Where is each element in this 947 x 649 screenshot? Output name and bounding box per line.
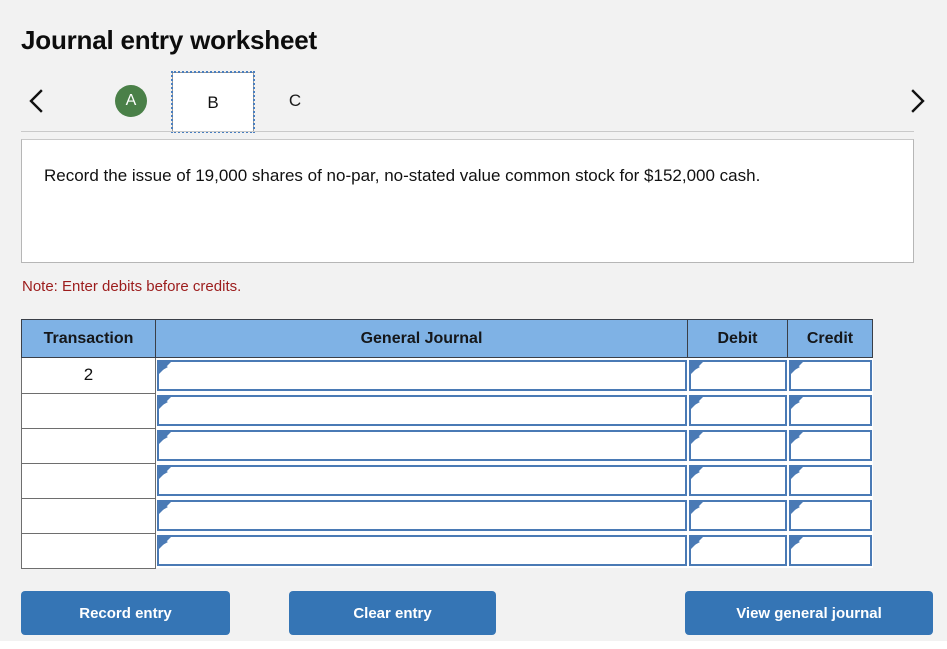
- general-journal-input[interactable]: [157, 430, 687, 461]
- dropdown-arrow-icon: [159, 397, 171, 409]
- credit-input[interactable]: [788, 360, 872, 391]
- debit-input[interactable]: [688, 500, 787, 531]
- credit-input[interactable]: [788, 430, 872, 461]
- table-row: [21, 462, 873, 499]
- general-journal-cell: [155, 498, 688, 533]
- credit-input[interactable]: [788, 395, 872, 426]
- journal-entry-table: Transaction General Journal Debit Credit…: [21, 319, 873, 569]
- chevron-left-icon: [26, 88, 46, 114]
- debit-cell: [687, 463, 788, 498]
- tab-a-badge: A: [115, 85, 147, 117]
- column-header-general-journal: General Journal: [155, 319, 688, 358]
- transaction-description-text: Record the issue of 19,000 shares of no-…: [44, 166, 761, 185]
- credit-cell: [787, 393, 873, 428]
- dropdown-arrow-icon: [790, 362, 803, 374]
- chevron-right-icon: [908, 88, 928, 114]
- next-entry-button[interactable]: [896, 72, 940, 130]
- tab-b-label: B: [207, 92, 219, 112]
- transaction-number-cell: [21, 497, 156, 534]
- tab-strip-divider: [21, 131, 914, 132]
- worksheet-tab-strip: A B C: [0, 71, 947, 133]
- dropdown-arrow-icon: [690, 537, 703, 549]
- dropdown-arrow-icon: [690, 502, 703, 514]
- general-journal-cell: [155, 428, 688, 463]
- credit-cell: [787, 533, 873, 568]
- general-journal-input[interactable]: [157, 465, 687, 496]
- table-row: [21, 532, 873, 569]
- transaction-number-cell: 2: [21, 357, 156, 394]
- credit-cell: [787, 357, 873, 393]
- general-journal-cell: [155, 533, 688, 568]
- debit-cell: [687, 428, 788, 463]
- table-row: [21, 497, 873, 534]
- table-header-row: Transaction General Journal Debit Credit: [21, 319, 873, 358]
- page-title: Journal entry worksheet: [21, 25, 317, 55]
- table-row: [21, 427, 873, 464]
- record-entry-button[interactable]: Record entry: [21, 591, 230, 635]
- dropdown-arrow-icon: [690, 432, 703, 444]
- dropdown-arrow-icon: [159, 467, 171, 479]
- tab-list: A B C: [90, 71, 336, 133]
- dropdown-arrow-icon: [790, 467, 803, 479]
- general-journal-cell: [155, 357, 688, 393]
- page-bottom-strip: [0, 641, 947, 649]
- transaction-number-cell: [21, 462, 156, 499]
- column-header-debit: Debit: [687, 319, 788, 358]
- dropdown-arrow-icon: [690, 467, 703, 479]
- tab-a[interactable]: A: [90, 72, 172, 130]
- debit-cell: [687, 498, 788, 533]
- debit-input[interactable]: [688, 430, 787, 461]
- credit-cell: [787, 498, 873, 533]
- dropdown-arrow-icon: [159, 432, 171, 444]
- dropdown-arrow-icon: [159, 502, 171, 514]
- debit-cell: [687, 357, 788, 393]
- general-journal-cell: [155, 463, 688, 498]
- dropdown-arrow-icon: [790, 432, 803, 444]
- dropdown-arrow-icon: [790, 502, 803, 514]
- table-row: 2: [21, 357, 873, 394]
- dropdown-arrow-icon: [790, 537, 803, 549]
- dropdown-arrow-icon: [690, 397, 703, 409]
- tab-c[interactable]: C: [254, 72, 336, 130]
- clear-entry-button[interactable]: Clear entry: [289, 591, 496, 635]
- debit-input[interactable]: [688, 360, 787, 391]
- credit-input[interactable]: [788, 465, 872, 496]
- dropdown-arrow-icon: [159, 537, 171, 549]
- transaction-number-cell: [21, 427, 156, 464]
- journal-entry-worksheet-page: Journal entry worksheet A B C Record the…: [0, 0, 947, 649]
- credit-input[interactable]: [788, 535, 872, 566]
- transaction-number-cell: [21, 532, 156, 569]
- debit-input[interactable]: [688, 465, 787, 496]
- column-header-transaction: Transaction: [21, 319, 156, 358]
- dropdown-arrow-icon: [690, 362, 703, 374]
- previous-entry-button[interactable]: [14, 72, 58, 130]
- debits-before-credits-note: Note: Enter debits before credits.: [22, 278, 242, 295]
- table-row: [21, 392, 873, 429]
- tab-b[interactable]: B: [171, 71, 255, 133]
- debit-cell: [687, 533, 788, 568]
- general-journal-cell: [155, 393, 688, 428]
- dropdown-arrow-icon: [790, 397, 803, 409]
- credit-cell: [787, 463, 873, 498]
- debit-input[interactable]: [688, 395, 787, 426]
- credit-input[interactable]: [788, 500, 872, 531]
- dropdown-arrow-icon: [159, 362, 171, 374]
- debit-cell: [687, 393, 788, 428]
- general-journal-input[interactable]: [157, 395, 687, 426]
- transaction-number-cell: [21, 392, 156, 429]
- credit-cell: [787, 428, 873, 463]
- general-journal-input[interactable]: [157, 360, 687, 391]
- general-journal-input[interactable]: [157, 500, 687, 531]
- column-header-credit: Credit: [787, 319, 873, 358]
- tab-c-label: C: [288, 91, 302, 110]
- view-general-journal-button[interactable]: View general journal: [685, 591, 933, 635]
- transaction-description-panel: Record the issue of 19,000 shares of no-…: [21, 139, 914, 263]
- general-journal-input[interactable]: [157, 535, 687, 566]
- debit-input[interactable]: [688, 535, 787, 566]
